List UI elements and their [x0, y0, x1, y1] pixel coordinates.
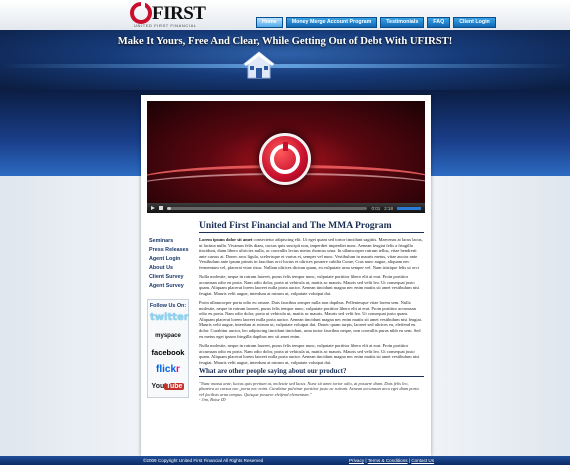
hero-banner: Make It Yours, Free And Clear, While Get… — [0, 30, 570, 90]
site-header: FIRST UNITED FIRST FINANCIAL Home Money … — [0, 0, 570, 30]
nav-testimonials[interactable]: Testimonials — [380, 17, 425, 28]
content-paragraph-3: Proin ullamcorper porta odio eu ornare. … — [199, 300, 424, 339]
sidebar-link-agent-survey[interactable]: Agent Survey — [149, 282, 193, 291]
content-paragraph-1: Lorem ipsum dolor sit amet consectetur a… — [199, 237, 424, 270]
footer-copyright: ©2009 Copyright United First Financial A… — [143, 458, 264, 463]
content-card: 0:01 2:18 Seminars Press Releases Agent … — [141, 95, 431, 456]
footer-link-terms[interactable]: Terms & Conditions — [368, 458, 408, 463]
video-ufirst-logo — [259, 133, 311, 185]
sidebar-link-press-releases[interactable]: Press Releases — [149, 246, 193, 255]
sidebar-link-client-survey[interactable]: Client Survey — [149, 273, 193, 282]
nav-faq[interactable]: FAQ — [427, 17, 451, 28]
video-controls: 0:01 2:18 — [147, 203, 425, 213]
sidebar-link-seminars[interactable]: Seminars — [149, 237, 193, 246]
footer-links: Privacy | Terms & Conditions | Contact U… — [349, 458, 434, 463]
flickr-icon[interactable]: flickr — [150, 363, 186, 377]
hero-title: Make It Yours, Free And Clear, While Get… — [117, 36, 453, 47]
video-player[interactable] — [147, 101, 425, 213]
hero-light-streak — [0, 64, 570, 68]
sidebar-links: Seminars Press Releases Agent Login Abou… — [149, 237, 193, 291]
youtube-icon[interactable]: You Tube — [150, 380, 186, 394]
footer-link-contact[interactable]: Contact Us — [411, 458, 434, 463]
sidebar-link-about-us[interactable]: About Us — [149, 264, 193, 273]
paragraph-text: Proin ullamcorper porta odio eu ornare. … — [199, 300, 423, 339]
paragraph-text: Nulla molestie, neque in rutrum laoreet,… — [199, 343, 420, 365]
paragraph-text: consectetur adipiscing elit. Ut eget qua… — [199, 237, 423, 270]
follow-us-box: Follow Us On: twitter myspace facebook f… — [147, 299, 189, 398]
site-footer: ©2009 Copyright United First Financial A… — [0, 456, 570, 465]
video-progress-bar[interactable] — [167, 206, 368, 210]
nav-client-login[interactable]: Client Login — [453, 17, 496, 28]
video-total-time: 2:18 — [384, 205, 393, 211]
testimonial-heading: What are other people saying about our p… — [199, 367, 424, 377]
logo-wordmark: FIRST — [152, 3, 206, 24]
main-content: United First Financial and The MMA Progr… — [199, 220, 424, 402]
paragraph-lead: Lorem ipsum dolor sit amet — [199, 237, 253, 242]
sidebar-link-agent-login[interactable]: Agent Login — [149, 255, 193, 264]
u-ring-icon — [270, 142, 300, 174]
video-current-time: 0:01 — [371, 205, 381, 211]
volume-slider[interactable] — [397, 206, 421, 210]
stop-icon[interactable] — [159, 206, 163, 210]
content-paragraph-4: Nulla molestie, neque in rutrum laoreet,… — [199, 343, 424, 365]
logo-u-mark — [130, 1, 152, 24]
play-icon[interactable] — [151, 206, 155, 210]
nav-home[interactable]: Home — [256, 17, 283, 28]
site-logo[interactable]: FIRST UNITED FIRST FINANCIAL — [130, 1, 206, 28]
footer-link-privacy[interactable]: Privacy — [349, 458, 364, 463]
content-paragraph-2: Nulla molestie, neque in rutrum laoreet,… — [199, 274, 424, 296]
logo-tagline: UNITED FIRST FINANCIAL — [134, 23, 197, 28]
testimonial-quote: "Nunc massa ante, luctus quis pretium at… — [199, 381, 419, 397]
myspace-icon[interactable]: myspace — [150, 329, 186, 343]
main-nav: Home Money Merge Account Program Testimo… — [256, 17, 496, 28]
follow-us-title: Follow Us On: — [149, 303, 187, 309]
house-icon — [242, 51, 276, 79]
video-progress-fill — [167, 206, 171, 210]
facebook-icon[interactable]: facebook — [150, 346, 186, 360]
content-heading: United First Financial and The MMA Progr… — [199, 220, 424, 233]
nav-money-merge[interactable]: Money Merge Account Program — [285, 17, 378, 28]
twitter-icon[interactable]: twitter — [150, 312, 189, 326]
paragraph-text: Nulla molestie, neque in rutrum laoreet,… — [199, 274, 420, 296]
testimonial-author: - Jim, Boise ID — [199, 397, 226, 403]
